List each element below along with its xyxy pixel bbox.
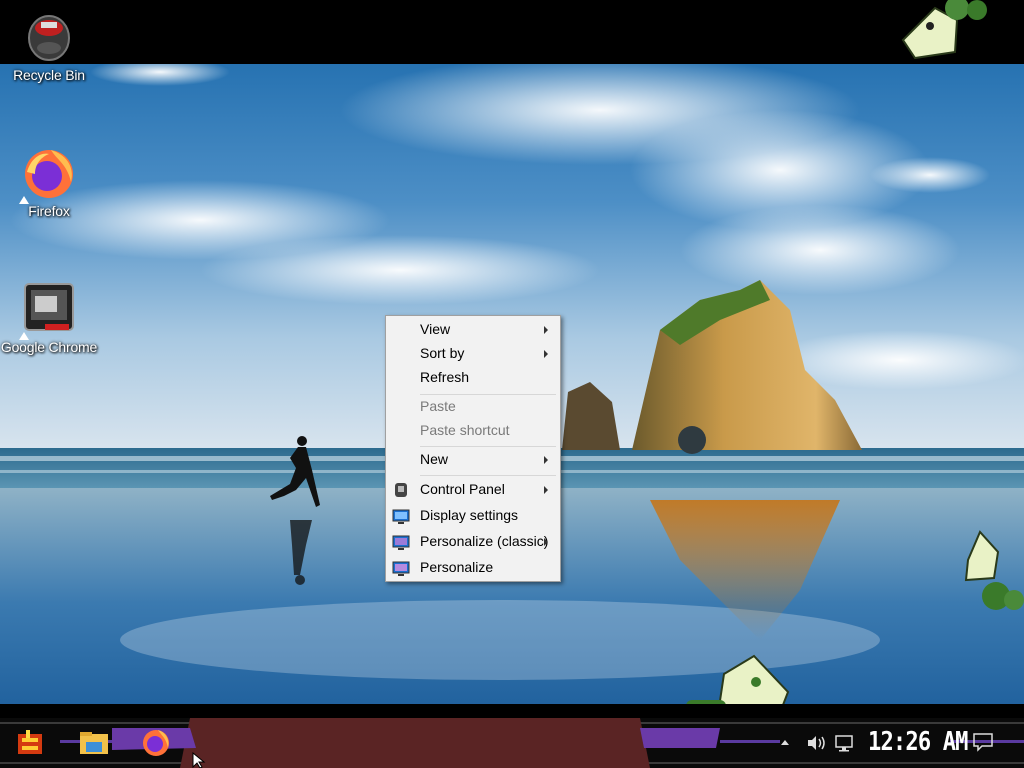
menu-item-view[interactable]: View [386,318,560,342]
network-button[interactable] [834,734,856,752]
desktop-icon-google-chrome[interactable]: Google Chrome [0,280,98,355]
shortcut-arrow-icon [19,332,29,340]
menu-item-label: Refresh [420,369,470,385]
menu-item-label: Personalize [420,559,494,575]
display-settings-icon [392,507,410,525]
personalize-icon [392,559,410,577]
shortcut-arrow-icon [19,196,29,204]
submenu-arrow-icon [544,350,548,358]
desktop-icon-label: Firefox [28,203,70,219]
character-decoration-right [964,530,1024,610]
taskbar-firefox[interactable] [140,728,172,758]
volume-button[interactable] [806,734,828,752]
menu-item-new[interactable]: New [386,448,560,472]
chrome-icon [19,280,77,340]
menu-item-personalize-classic[interactable]: Personalize (classic) [386,530,560,554]
taskbar-clock[interactable]: 12:26 AM [868,727,969,757]
desktop-context-menu: View Sort by Refresh Paste Paste shortcu… [385,315,561,582]
menu-separator [420,475,556,476]
menu-item-sort-by[interactable]: Sort by [386,342,560,366]
menu-item-label: New [420,451,449,467]
submenu-arrow-icon [544,538,548,546]
submenu-arrow-icon [544,456,548,464]
recycle-bin-icon [21,8,77,64]
start-button-icon [18,730,42,754]
desktop-icon-recycle-bin[interactable]: Recycle Bin [0,8,98,83]
taskbar-file-explorer[interactable] [78,728,110,758]
volume-icon [808,736,825,750]
menu-item-label: Sort by [420,345,465,361]
taskbar: 12:26 AM [0,704,1024,768]
start-button[interactable] [14,728,46,758]
submenu-arrow-icon [544,486,548,494]
menu-item-display-settings[interactable]: Display settings [386,504,560,528]
file-explorer-icon [80,732,108,754]
desktop-icon-label: Recycle Bin [13,67,85,83]
chevron-up-icon [781,740,789,745]
mouse-cursor-icon [192,752,206,768]
firefox-icon [19,144,77,204]
menu-item-paste-shortcut[interactable]: Paste shortcut [386,419,560,443]
menu-item-label: Control Panel [420,481,505,497]
menu-separator [420,446,556,447]
control-panel-icon [392,481,410,499]
menu-item-personalize[interactable]: Personalize [386,556,560,580]
desktop-icon-firefox[interactable]: Firefox [0,144,98,219]
menu-item-label: Display settings [420,507,519,523]
show-hidden-icons-button[interactable] [780,738,790,748]
notifications-button[interactable] [972,732,994,752]
menu-item-paste[interactable]: Paste [386,395,560,419]
menu-item-refresh[interactable]: Refresh [386,366,560,390]
menu-item-control-panel[interactable]: Control Panel [386,478,560,502]
menu-item-label: Paste [420,398,456,414]
firefox-icon [143,730,169,756]
notifications-icon [973,733,993,752]
character-decoration-top [901,0,987,60]
menu-item-label: Personalize (classic) [420,533,549,549]
submenu-arrow-icon [544,326,548,334]
network-icon [835,735,853,752]
menu-item-label: Paste shortcut [420,422,510,438]
top-black-band [0,0,1024,64]
menu-item-label: View [420,321,451,337]
desktop-icon-label: Google Chrome [0,339,98,355]
personalize-classic-icon [392,533,410,551]
